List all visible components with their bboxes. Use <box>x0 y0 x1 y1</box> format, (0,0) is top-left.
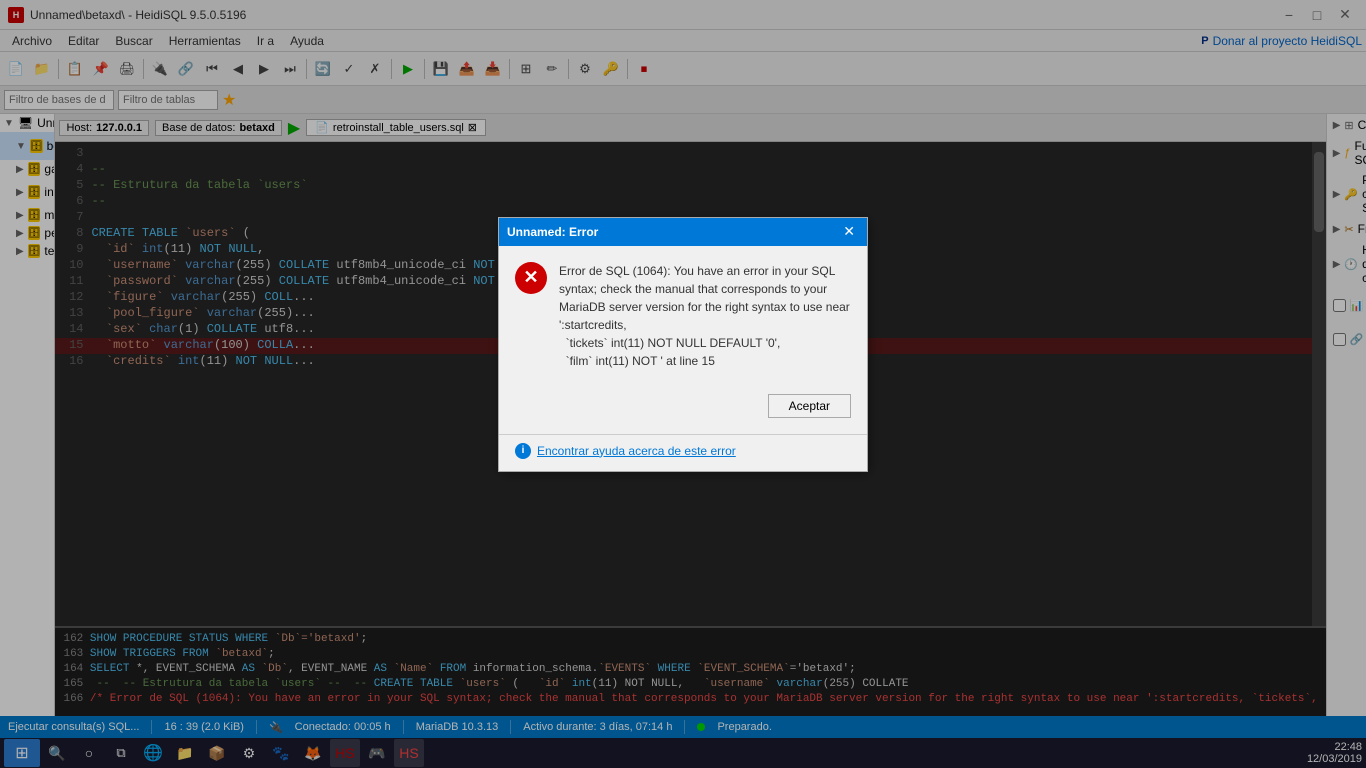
error-icon: ✕ <box>515 262 547 294</box>
error-dialog: Unnamed: Error ✕ ✕ Error de SQL (1064): … <box>498 217 868 472</box>
dialog-help-link[interactable]: Encontrar ayuda acerca de este error <box>537 444 736 458</box>
dialog-help-area: i Encontrar ayuda acerca de este error <box>499 434 867 471</box>
dialog-title-bar: Unnamed: Error ✕ <box>499 218 867 246</box>
dialog-accept-button[interactable]: Aceptar <box>768 394 851 418</box>
dialog-body: ✕ Error de SQL (1064): You have an error… <box>499 246 867 386</box>
dialog-close-button[interactable]: ✕ <box>839 223 859 240</box>
dialog-footer: Aceptar <box>499 386 867 434</box>
dialog-message: Error de SQL (1064): You have an error i… <box>559 262 851 370</box>
info-icon: i <box>515 443 531 459</box>
error-dialog-overlay: Unnamed: Error ✕ ✕ Error de SQL (1064): … <box>0 0 1366 768</box>
dialog-title: Unnamed: Error <box>507 225 598 239</box>
